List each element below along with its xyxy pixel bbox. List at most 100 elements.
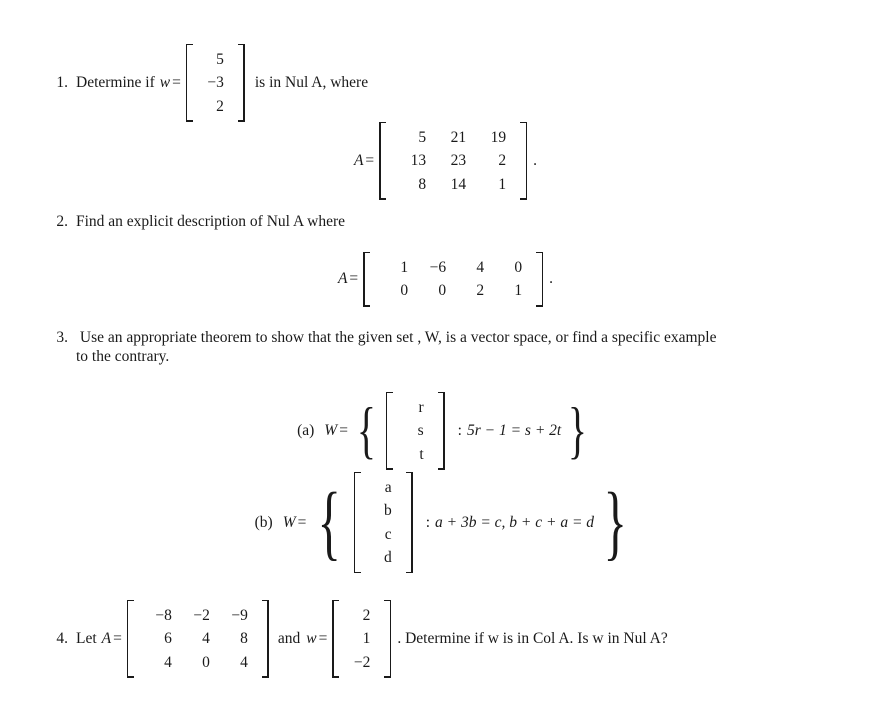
- left-bracket-icon: [363, 252, 371, 307]
- matrix-rows: 1 −6 4 0 0 0 2 1: [370, 252, 536, 307]
- matrix-cell: 1: [400, 259, 409, 276]
- set-equals: =: [297, 513, 307, 531]
- set-condition-wrap: :5r − 1 = s + 2t: [448, 422, 562, 440]
- right-curly-brace-icon: }: [568, 394, 588, 466]
- set-colon: :: [457, 421, 462, 439]
- set-condition-wrap: : a + 3b = c, b + c + a = d: [416, 514, 594, 532]
- document-page: 1. Determine if w = 5 −3 2 is in Nul A, …: [0, 0, 891, 716]
- problem-3b-condition: a + 3b = c, b + c + a = d: [435, 513, 595, 531]
- matrix-cell: 19: [490, 129, 507, 146]
- matrix-a: 5 21 19 13 23 2 8 14 1: [379, 122, 528, 200]
- matrix-cell: −6: [429, 259, 447, 276]
- vector-abcd: a b c d: [353, 472, 413, 574]
- set-body: a b c d : a + 3b = c, b + c + a = d: [351, 472, 594, 574]
- matrix-equals: =: [365, 151, 375, 169]
- problem-3: 3. Use an appropriate theorem to show th…: [44, 328, 716, 367]
- right-bracket-icon: [405, 472, 413, 574]
- matrix-cell: 0: [202, 653, 210, 671]
- matrix-cell: −8: [155, 607, 172, 624]
- problem-3b: (b) W = { a b c d: a + 3b = c, b + c + …: [0, 472, 891, 574]
- matrix-cell: −2: [353, 653, 371, 671]
- matrix-row: 2: [346, 604, 377, 627]
- matrix-rows: −8 −2 −9 6 4 8 4 0 4: [134, 600, 262, 678]
- matrix-row: −2: [346, 651, 377, 674]
- problem-2-display-matrix: A = 1 −6 4 0 0 0 2 1 .: [0, 252, 891, 307]
- matrix-row: 5 21 19: [393, 126, 513, 149]
- matrix-cell: 1: [362, 630, 371, 648]
- right-bracket-icon: [261, 600, 269, 678]
- matrix-row: 13 23 2: [393, 149, 513, 172]
- matrix-cell: −9: [231, 607, 248, 624]
- problem-3a: (a) W = { r s t: 5r − 1 = s + 2t}: [0, 392, 891, 470]
- matrix-cell: 8: [240, 630, 248, 648]
- problem-4-number: 4.: [56, 630, 68, 648]
- problem-3a-label: (a): [297, 421, 315, 439]
- problem-3-line1-wrap: 3. Use an appropriate theorem to show th…: [44, 328, 716, 347]
- set-equals: =: [339, 421, 348, 439]
- matrix-row: 5: [200, 48, 231, 71]
- problem-4-text-and: and: [277, 630, 301, 648]
- problem-4-equals-2: =: [318, 630, 328, 648]
- matrix-cell: 1: [514, 282, 523, 300]
- matrix-cell: 0: [438, 282, 447, 300]
- right-bracket-icon: [237, 44, 245, 122]
- matrix-rows: 5 21 19 13 23 2 8 14 1: [386, 122, 520, 200]
- problem-2: 2. Find an explicit description of Nul A…: [44, 212, 345, 231]
- problem-1-text-after: is in Nul A, where: [254, 74, 369, 92]
- matrix-row: c: [368, 523, 399, 546]
- set-colon: :: [425, 513, 430, 531]
- matrix-cell: 4: [202, 630, 210, 648]
- right-bracket-icon: [536, 252, 544, 307]
- problem-3-line2: to the contrary.: [76, 348, 170, 366]
- problem-3-line1: Use an appropriate theorem to show that …: [79, 329, 717, 346]
- matrix-a: 1 −6 4 0 0 0 2 1: [363, 252, 544, 307]
- matrix-cell: 0: [400, 282, 409, 300]
- matrix-row: 4 0 4: [141, 651, 255, 674]
- matrix-cell: 21: [450, 129, 467, 146]
- left-bracket-icon: [353, 472, 361, 574]
- matrix-cell: t: [419, 445, 424, 463]
- matrix-row: −8 −2 −9: [141, 604, 255, 627]
- matrix-cell: 2: [216, 97, 224, 115]
- problem-1-number: 1.: [56, 74, 68, 92]
- vector-rows: 5 −3 2: [193, 44, 238, 122]
- matrix-cell: 4: [476, 259, 485, 276]
- matrix-cell: 0: [514, 259, 523, 276]
- matrix-cell: 8: [418, 175, 427, 193]
- left-bracket-icon: [385, 392, 393, 470]
- problem-4-vector-w: 2 1 −2: [332, 600, 392, 678]
- matrix-cell: 1: [498, 175, 507, 193]
- matrix-cell: a: [384, 479, 392, 496]
- left-bracket-icon: [379, 122, 387, 200]
- problem-4-matrix-a: −8 −2 −9 6 4 8 4 0 4: [126, 600, 269, 678]
- problem-4-text-after: . Determine if w is in Col A. Is w in Nu…: [397, 630, 668, 648]
- matrix-row: 2: [200, 95, 231, 118]
- right-bracket-icon: [437, 392, 445, 470]
- matrix-cell: 5: [216, 51, 224, 68]
- matrix-cell: 14: [450, 175, 467, 193]
- vector-rows: 2 1 −2: [339, 600, 384, 678]
- matrix-row: r: [400, 396, 431, 419]
- matrix-cell: c: [384, 525, 392, 543]
- problem-3b-label: (b): [254, 513, 273, 531]
- matrix-trailing-period: .: [533, 151, 538, 169]
- left-curly-brace-icon: {: [317, 475, 342, 569]
- matrix-label-a: A: [337, 270, 348, 288]
- matrix-equals: =: [349, 270, 359, 288]
- matrix-cell: 2: [476, 282, 485, 300]
- matrix-row: 1: [346, 627, 377, 650]
- problem-1: 1. Determine if w = 5 −3 2 is in Nul A, …: [44, 44, 368, 122]
- matrix-cell: 13: [410, 152, 427, 170]
- set-name-w: W: [282, 513, 296, 531]
- left-bracket-icon: [332, 600, 340, 678]
- problem-4-matrix-label-a: A: [101, 630, 112, 648]
- problem-4: 4. Let A = −8 −2 −9 6 4 8 4 0 4 and w = …: [44, 600, 668, 678]
- right-bracket-icon: [384, 600, 392, 678]
- problem-4-equals-1: =: [113, 630, 122, 648]
- matrix-row: −3: [200, 71, 231, 94]
- matrix-cell: b: [383, 502, 392, 520]
- matrix-cell: 6: [164, 630, 172, 648]
- matrix-row: s: [400, 419, 431, 442]
- problem-4-vector-label-w: w: [306, 630, 317, 648]
- matrix-cell: −2: [193, 607, 210, 624]
